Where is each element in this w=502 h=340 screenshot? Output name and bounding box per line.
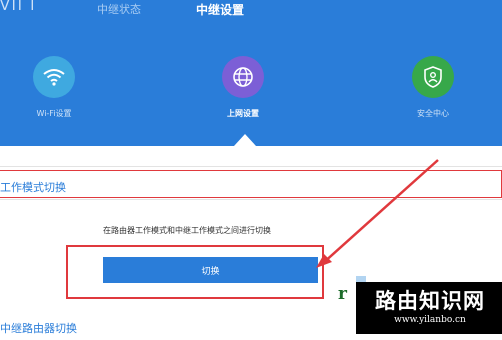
- watermark-title: 路由知识网: [375, 289, 485, 313]
- watermark-box: 路由知识网 www.yilanbo.cn: [356, 282, 502, 334]
- watermark-letter: r: [338, 284, 347, 304]
- section-title-relay-router: 中继路由器切换: [0, 322, 77, 335]
- watermark-url: www.yilanbo.cn: [394, 315, 466, 325]
